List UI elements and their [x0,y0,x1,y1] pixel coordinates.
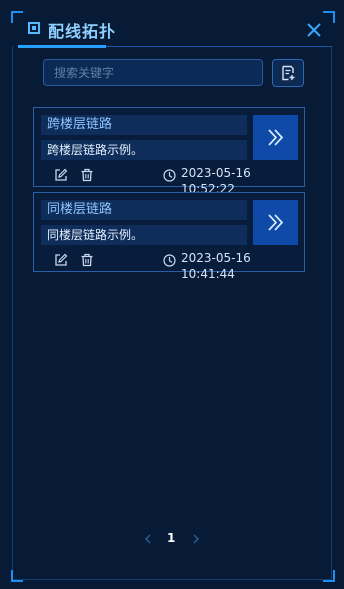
add-topology-button[interactable] [272,59,304,87]
card-name: 跨楼层链路 [41,115,247,135]
panel-header: 配线拓扑 [18,14,332,48]
card-description: 同楼层链路示例。 [41,225,247,245]
edit-button[interactable] [54,252,68,266]
trash-icon [81,253,93,267]
card-name: 同楼层链路 [41,200,247,220]
card-timestamp: 2023-05-16 10:41:44 [181,251,251,281]
edit-icon [55,168,68,181]
topology-card: 同楼层链路 同楼层链路示例。 2023-05-16 10:41:44 [33,192,305,281]
clock-icon [163,252,176,267]
trash-icon [81,168,93,182]
prev-page-button[interactable] [143,531,153,545]
frame-corner-bottom-left [11,570,23,582]
title-underline [18,45,106,48]
close-button[interactable] [306,22,322,38]
frame-corner-bottom-right [323,570,335,582]
add-file-icon [282,65,295,81]
delete-button[interactable] [80,167,94,182]
pagination: 1 [0,530,344,546]
chevron-right-icon [193,534,199,544]
topology-panel: 配线拓扑 跨楼层链路 跨楼层链路示例。 [0,0,344,589]
double-chevron-right-icon [268,214,284,231]
card-description: 跨楼层链路示例。 [41,140,247,160]
panel-title: 配线拓扑 [48,22,117,41]
delete-button[interactable] [80,252,94,267]
page-number[interactable]: 1 [167,530,175,546]
square-icon [28,22,40,34]
open-topology-button[interactable] [253,115,298,160]
close-icon [307,23,321,37]
search-input[interactable] [43,59,263,86]
chevron-left-icon [145,534,151,544]
clock-icon [163,167,176,182]
next-page-button[interactable] [191,531,201,545]
edit-icon [55,253,68,266]
open-topology-button[interactable] [253,200,298,245]
topology-card: 跨楼层链路 跨楼层链路示例。 2023-05-16 10:52:22 [33,107,305,196]
double-chevron-right-icon [268,129,284,146]
edit-button[interactable] [54,167,68,181]
